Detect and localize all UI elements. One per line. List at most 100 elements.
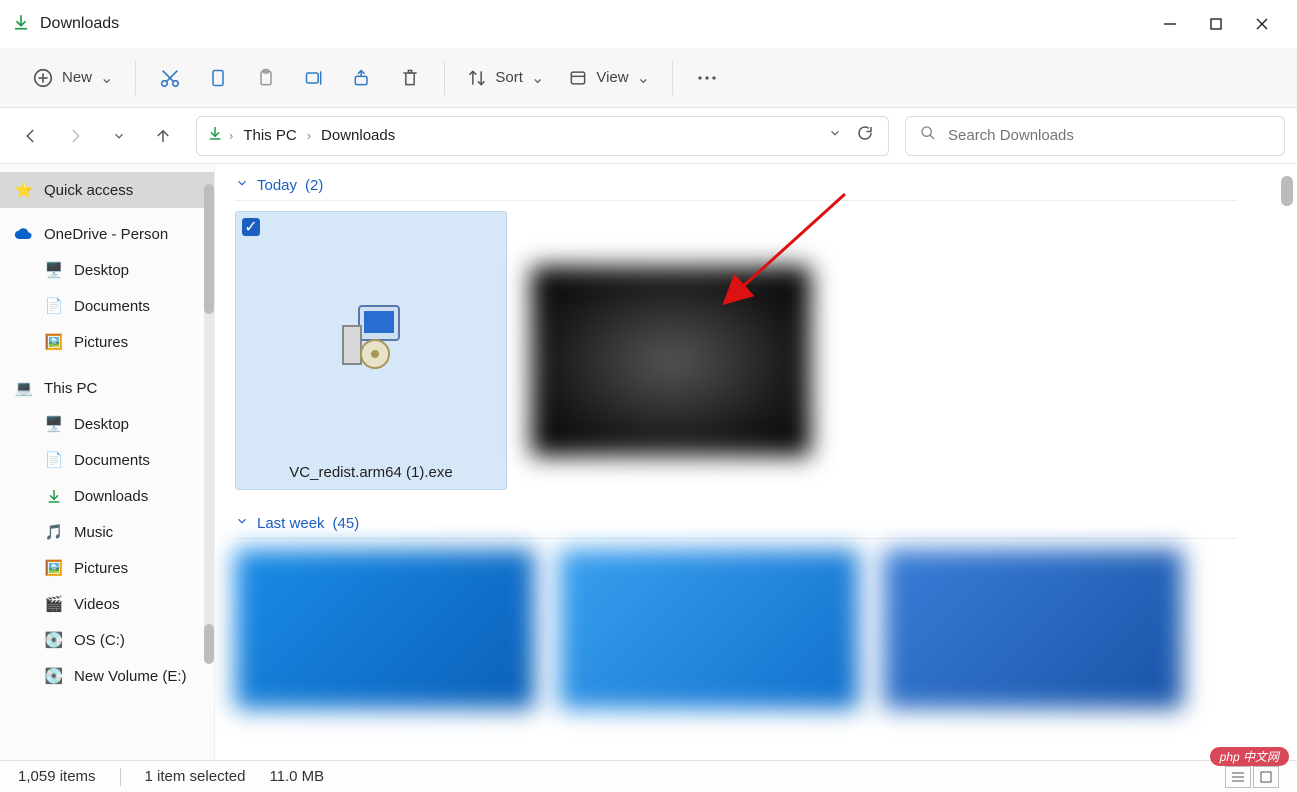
checkmark-icon[interactable]: ✓: [242, 218, 260, 236]
toolbar: New ⌄ Sort ⌄ View ⌄: [0, 48, 1297, 108]
sidebar-item-desktop[interactable]: 🖥️Desktop: [0, 252, 214, 288]
document-icon: 📄: [44, 296, 64, 316]
blurred-thumbnail: [235, 549, 535, 709]
sidebar-label: Desktop: [74, 262, 129, 279]
star-icon: ⭐: [14, 180, 34, 200]
file-name: VC_redist.arm64 (1).exe: [281, 464, 460, 481]
new-label: New: [62, 69, 92, 86]
sidebar: ⭐ Quick access OneDrive - Person 🖥️Deskt…: [0, 164, 215, 760]
sidebar-label: Pictures: [74, 560, 128, 577]
separator: [672, 61, 673, 95]
title-bar: Downloads: [0, 0, 1297, 48]
sidebar-item-quick-access[interactable]: ⭐ Quick access: [0, 172, 214, 208]
view-button[interactable]: View ⌄: [556, 58, 662, 98]
breadcrumb-item[interactable]: Downloads: [317, 125, 399, 146]
window-title: Downloads: [40, 15, 119, 33]
paste-button[interactable]: [242, 58, 290, 98]
scrollbar-thumb[interactable]: [204, 624, 214, 664]
sidebar-item-onedrive[interactable]: OneDrive - Person: [0, 216, 214, 252]
sidebar-label: Desktop: [74, 416, 129, 433]
sidebar-label: This PC: [44, 380, 97, 397]
group-header-last-week[interactable]: Last week (45): [235, 508, 1237, 539]
sidebar-label: Downloads: [74, 488, 148, 505]
sidebar-scrollbar[interactable]: [204, 184, 214, 664]
cut-button[interactable]: [146, 58, 194, 98]
refresh-button[interactable]: [852, 120, 878, 151]
details-view-button[interactable]: [1225, 766, 1251, 788]
sidebar-label: Music: [74, 524, 113, 541]
sidebar-item-pictures[interactable]: 🖼️Pictures: [0, 550, 214, 586]
blurred-thumbnail: [883, 549, 1183, 709]
sidebar-item-documents[interactable]: 📄 Documents: [0, 288, 214, 324]
scrollbar-thumb[interactable]: [1281, 176, 1293, 206]
recent-dropdown[interactable]: [100, 117, 138, 155]
nav-row: › This PC › Downloads: [0, 108, 1297, 164]
file-grid: [235, 539, 1277, 727]
sidebar-item-os-c[interactable]: 💽 OS (C:): [0, 622, 214, 658]
group-label: Last week: [257, 515, 325, 532]
chevron-down-icon: ⌄: [531, 68, 544, 88]
status-bar: 1,059 items 1 item selected 11.0 MB: [0, 760, 1297, 792]
thumbnails-view-button[interactable]: [1253, 766, 1279, 788]
status-items: 1,059 items: [18, 768, 96, 785]
group-header-today[interactable]: Today (2): [235, 170, 1237, 201]
share-button[interactable]: [338, 58, 386, 98]
sidebar-item-music[interactable]: 🎵Music: [0, 514, 214, 550]
up-button[interactable]: [144, 117, 182, 155]
blurred-thumbnail: [559, 549, 859, 709]
downloads-icon: [44, 486, 64, 506]
forward-button[interactable]: [56, 117, 94, 155]
search-box[interactable]: [905, 116, 1285, 156]
separator: [444, 61, 445, 95]
sidebar-item-documents[interactable]: 📄Documents: [0, 442, 214, 478]
sidebar-item-new-volume[interactable]: 💽 New Volume (E:): [0, 658, 214, 694]
pictures-icon: 🖼️: [44, 332, 64, 352]
document-icon: 📄: [44, 450, 64, 470]
copy-button[interactable]: [194, 58, 242, 98]
sort-label: Sort: [495, 69, 523, 86]
downloads-icon: [207, 125, 223, 146]
address-bar[interactable]: › This PC › Downloads: [196, 116, 889, 156]
sidebar-label: OS (C:): [74, 632, 125, 649]
search-input[interactable]: [948, 127, 1270, 144]
status-selected: 1 item selected: [145, 768, 246, 785]
sidebar-item-downloads[interactable]: Downloads: [0, 478, 214, 514]
chevron-down-icon: [235, 176, 249, 194]
chevron-down-icon: ⌄: [637, 68, 650, 88]
separator: [120, 768, 121, 786]
sort-button[interactable]: Sort ⌄: [455, 58, 556, 98]
chevron-down-icon: [235, 514, 249, 532]
content-scrollbar[interactable]: [1281, 176, 1293, 456]
minimize-button[interactable]: [1147, 4, 1193, 44]
main-area: ⭐ Quick access OneDrive - Person 🖥️Deskt…: [0, 164, 1297, 760]
file-grid: ✓ VC_redist.arm64 (1).exe: [235, 201, 1277, 508]
file-item[interactable]: ✓ VC_redist.arm64 (1).exe: [235, 211, 507, 490]
status-size: 11.0 MB: [269, 768, 324, 785]
drive-icon: 💽: [44, 630, 64, 650]
drive-icon: 💽: [44, 666, 64, 686]
sidebar-item-videos[interactable]: 🎬Videos: [0, 586, 214, 622]
scrollbar-thumb[interactable]: [204, 184, 214, 314]
sidebar-label: Quick access: [44, 182, 133, 199]
sidebar-label: New Volume (E:): [74, 668, 187, 685]
separator: [135, 61, 136, 95]
sidebar-item-pictures[interactable]: 🖼️Pictures: [0, 324, 214, 360]
back-button[interactable]: [12, 117, 50, 155]
delete-button[interactable]: [386, 58, 434, 98]
more-button[interactable]: [683, 58, 731, 98]
maximize-button[interactable]: [1193, 4, 1239, 44]
rename-button[interactable]: [290, 58, 338, 98]
content-pane: Today (2) ✓ VC_redist.arm64 (1).exe: [215, 164, 1297, 760]
sidebar-label: Documents: [74, 298, 150, 315]
chevron-down-icon: ⌄: [100, 68, 113, 88]
new-button[interactable]: New ⌄: [20, 58, 125, 98]
sidebar-item-this-pc[interactable]: 💻This PC: [0, 370, 214, 406]
downloads-icon: [12, 13, 30, 36]
view-toggle: [1225, 766, 1279, 788]
sidebar-item-desktop[interactable]: 🖥️Desktop: [0, 406, 214, 442]
breadcrumb-item[interactable]: This PC: [239, 125, 300, 146]
chevron-right-icon: ›: [229, 128, 233, 143]
address-dropdown[interactable]: [824, 122, 846, 149]
close-button[interactable]: [1239, 4, 1285, 44]
videos-icon: 🎬: [44, 594, 64, 614]
